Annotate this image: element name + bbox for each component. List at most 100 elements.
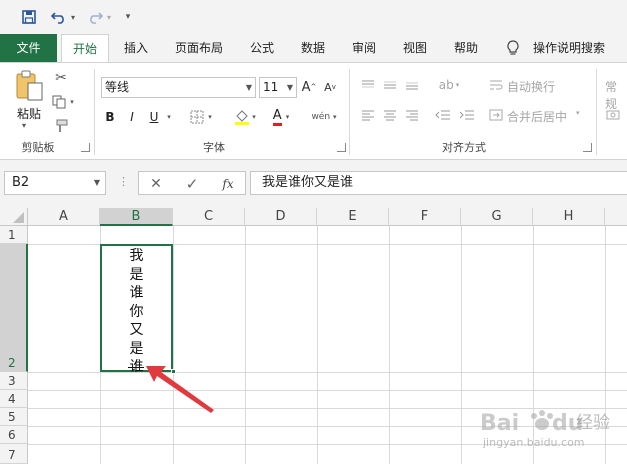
row-header[interactable]: 2	[0, 244, 28, 372]
gridline	[461, 226, 462, 464]
currency-icon[interactable]	[605, 107, 621, 123]
row-header[interactable]: 5	[0, 408, 28, 426]
tab-review[interactable]: 审阅	[345, 34, 383, 62]
row-header[interactable]: 3	[0, 372, 28, 390]
italic-button[interactable]: I	[125, 107, 139, 127]
cell-char: 我	[129, 248, 144, 264]
underline-button[interactable]: U	[147, 107, 161, 127]
middle-align-icon[interactable]	[382, 77, 398, 93]
font-name-select[interactable]: 等线 ▼	[101, 77, 256, 98]
cell-char: 是	[129, 340, 144, 357]
gridline	[389, 226, 390, 464]
clipboard-group-label: 剪贴板	[21, 141, 55, 154]
column-header[interactable]	[605, 208, 627, 226]
tab-view[interactable]: 视图	[396, 34, 434, 62]
tab-help[interactable]: 帮助	[447, 34, 485, 62]
cell-char: 是	[129, 266, 144, 283]
ribbon-home: 粘贴 ▾ ✂ ▾ 剪贴板 等线 ▼ 11 ▼ A ^ Av B I U ▾ ▾ ▾ A…	[0, 62, 627, 160]
tab-page-layout[interactable]: 页面布局	[168, 34, 230, 62]
select-all-corner[interactable]	[0, 208, 28, 226]
row-header[interactable]: 4	[0, 390, 28, 408]
merge-center-button[interactable]: 合并后居中	[507, 108, 567, 125]
tab-formulas[interactable]: 公式	[243, 34, 281, 62]
borders-icon[interactable]: ▾	[186, 107, 216, 127]
font-group-label: 字体	[203, 141, 225, 154]
underline-dropdown-icon[interactable]: ▾	[164, 107, 174, 127]
redo-dropdown-icon[interactable]: ▾	[104, 8, 114, 26]
font-launcher-icon[interactable]	[337, 143, 346, 152]
phonetic-guide-icon[interactable]: wén ▾	[308, 107, 340, 127]
top-align-icon[interactable]	[360, 77, 376, 93]
column-header[interactable]: B	[100, 208, 173, 226]
column-header[interactable]: D	[245, 208, 317, 226]
group-divider	[349, 69, 350, 155]
tab-file[interactable]: 文件	[0, 34, 57, 62]
merge-center-icon[interactable]	[488, 107, 504, 123]
align-left-icon[interactable]	[360, 107, 376, 123]
decrease-font-icon[interactable]: Av	[322, 77, 338, 97]
merge-dropdown-icon[interactable]: ▾	[576, 109, 580, 117]
row-header[interactable]: 7	[0, 444, 28, 464]
gridline	[317, 226, 318, 464]
align-center-icon[interactable]	[382, 107, 398, 123]
wrap-text-button[interactable]: 自动换行	[507, 78, 555, 95]
quick-access-toolbar: ▾ ▾ ▾	[0, 0, 627, 34]
formula-bar: B2 ▼ ⋮ ✕ ✓ fx 我是谁你又是谁	[0, 160, 627, 208]
svg-text:Bai: Bai	[480, 411, 519, 436]
name-box[interactable]: B2 ▼	[4, 171, 106, 195]
tab-insert[interactable]: 插入	[117, 34, 155, 62]
bold-button[interactable]: B	[103, 107, 117, 127]
row-header[interactable]: 6	[0, 426, 28, 444]
baidu-watermark: Bai du 经验 jingyan.baidu.com	[478, 402, 626, 462]
watermark-cn: 经验	[576, 413, 610, 433]
formula-input[interactable]: 我是谁你又是谁	[250, 171, 627, 195]
paste-label[interactable]: 粘贴	[12, 105, 46, 122]
paste-dropdown-icon[interactable]: ▾	[22, 121, 26, 130]
fill-color-icon[interactable]: ▾	[230, 107, 260, 127]
format-painter-icon[interactable]	[52, 117, 70, 135]
formula-buttons: ✕ ✓ fx	[138, 171, 246, 195]
undo-icon[interactable]	[50, 8, 68, 26]
font-color-icon[interactable]: A ▾	[266, 107, 296, 127]
cancel-icon[interactable]: ✕	[147, 175, 165, 193]
lightbulb-icon[interactable]	[503, 34, 523, 62]
column-header[interactable]: E	[317, 208, 389, 226]
watermark-url: jingyan.baidu.com	[483, 436, 585, 449]
alignment-group-label: 对齐方式	[442, 141, 486, 154]
wrap-text-icon[interactable]	[488, 77, 504, 93]
enter-icon[interactable]: ✓	[183, 175, 201, 193]
orientation-icon[interactable]: ab ▾	[434, 77, 464, 93]
cut-icon[interactable]: ✂	[52, 69, 70, 87]
font-size-select[interactable]: 11 ▼	[259, 77, 297, 98]
ribbon-tabs: 文件 开始 插入 页面布局 公式 数据 审阅 视图 帮助 操作说明搜索	[0, 34, 627, 63]
group-divider	[596, 69, 597, 155]
alignment-launcher-icon[interactable]	[583, 143, 592, 152]
annotation-arrow-icon	[146, 366, 214, 413]
column-header[interactable]: H	[533, 208, 605, 226]
column-header[interactable]: F	[389, 208, 461, 226]
customize-toolbar-icon[interactable]: ▾	[122, 8, 134, 26]
insert-function-icon[interactable]: fx	[219, 175, 237, 193]
undo-dropdown-icon[interactable]: ▾	[68, 8, 78, 26]
decrease-indent-icon[interactable]	[434, 107, 452, 123]
cell-char: 你	[129, 303, 144, 320]
column-header[interactable]: A	[28, 208, 100, 226]
column-header[interactable]: C	[173, 208, 245, 226]
tell-me-search[interactable]: 操作说明搜索	[528, 34, 610, 62]
redo-icon[interactable]	[86, 8, 104, 26]
row-header[interactable]: 1	[0, 226, 28, 244]
clipboard-launcher-icon[interactable]	[81, 143, 90, 152]
paste-icon[interactable]	[12, 69, 46, 103]
active-cell-b2[interactable]: 我 是 谁 你 又 是 谁	[100, 244, 173, 375]
tab-home[interactable]: 开始	[61, 34, 109, 63]
increase-font-icon[interactable]: A ^	[301, 77, 317, 97]
tab-data[interactable]: 数据	[294, 34, 332, 62]
bottom-align-icon[interactable]	[404, 77, 420, 93]
column-header[interactable]: G	[461, 208, 533, 226]
copy-icon[interactable]: ▾	[52, 93, 74, 111]
cell-text: 我 是 谁 你 又 是 谁	[102, 247, 171, 377]
increase-indent-icon[interactable]	[458, 107, 476, 123]
save-icon[interactable]	[20, 8, 38, 26]
formula-bar-splitter-icon[interactable]: ⋮	[118, 175, 129, 191]
align-right-icon[interactable]	[404, 107, 420, 123]
